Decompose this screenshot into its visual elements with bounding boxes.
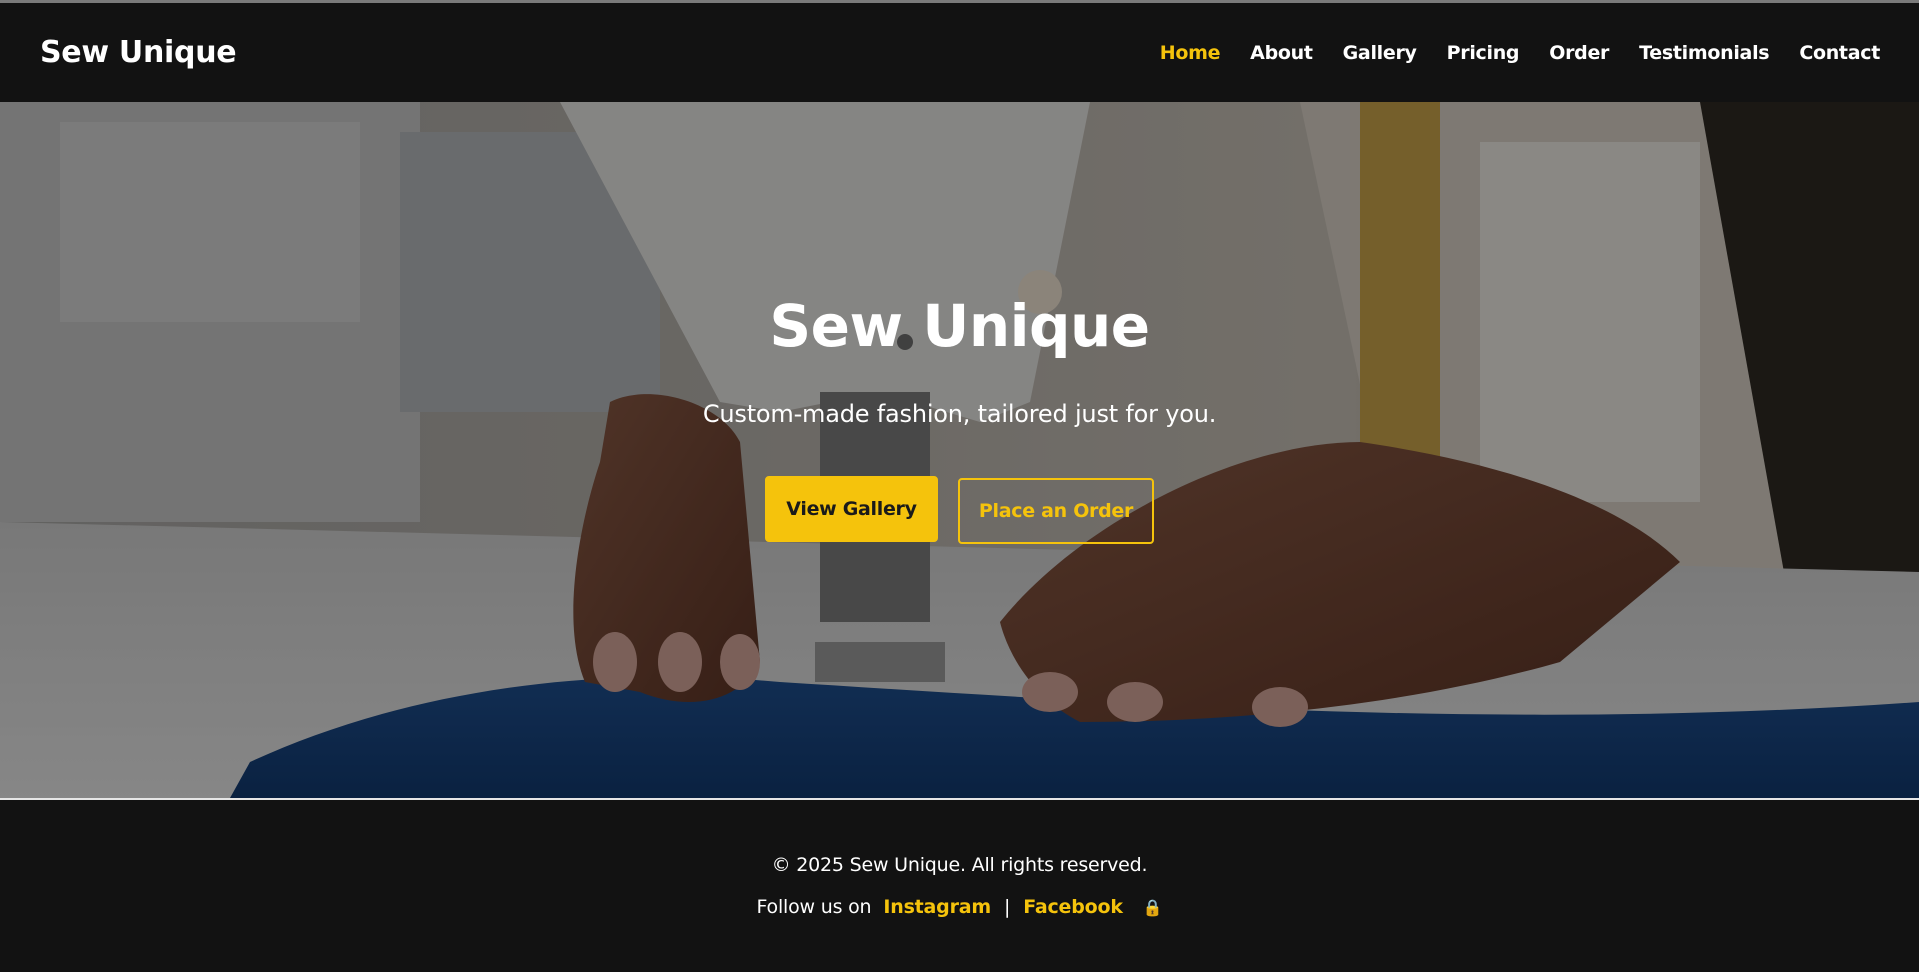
hero-title: Sew Unique	[769, 292, 1150, 360]
nav-pricing[interactable]: Pricing	[1447, 42, 1520, 64]
nav-contact[interactable]: Contact	[1799, 42, 1880, 64]
facebook-link[interactable]: Facebook	[1023, 896, 1123, 918]
lock-icon: 🔒	[1142, 897, 1163, 917]
link-separator: |	[1003, 896, 1011, 918]
hero-content: Sew Unique Custom-made fashion, tailored…	[0, 102, 1919, 798]
nav-about[interactable]: About	[1250, 42, 1313, 64]
place-order-button[interactable]: Place an Order	[958, 478, 1154, 544]
nav-testimonials[interactable]: Testimonials	[1639, 42, 1769, 64]
brand-logo[interactable]: Sew Unique	[40, 35, 237, 70]
hero-buttons: View Gallery Place an Order	[0, 476, 1919, 544]
nav-order[interactable]: Order	[1549, 42, 1609, 64]
hero-section: Sew Unique Custom-made fashion, tailored…	[0, 102, 1919, 798]
site-header: Sew Unique Home About Gallery Pricing Or…	[0, 3, 1919, 102]
site-footer: © 2025 Sew Unique. All rights reserved. …	[0, 798, 1919, 972]
follow-label: Follow us on	[756, 896, 872, 918]
copyright-text: © 2025 Sew Unique. All rights reserved.	[771, 854, 1148, 876]
instagram-link[interactable]: Instagram	[883, 896, 991, 918]
hero-subtitle: Custom-made fashion, tailored just for y…	[702, 400, 1217, 428]
view-gallery-button[interactable]: View Gallery	[765, 476, 938, 542]
nav-home[interactable]: Home	[1160, 42, 1221, 64]
nav-gallery[interactable]: Gallery	[1343, 42, 1417, 64]
main-nav: Home About Gallery Pricing Order Testimo…	[1160, 42, 1881, 64]
social-links: Follow us on Instagram | Facebook 🔒	[0, 896, 1919, 918]
